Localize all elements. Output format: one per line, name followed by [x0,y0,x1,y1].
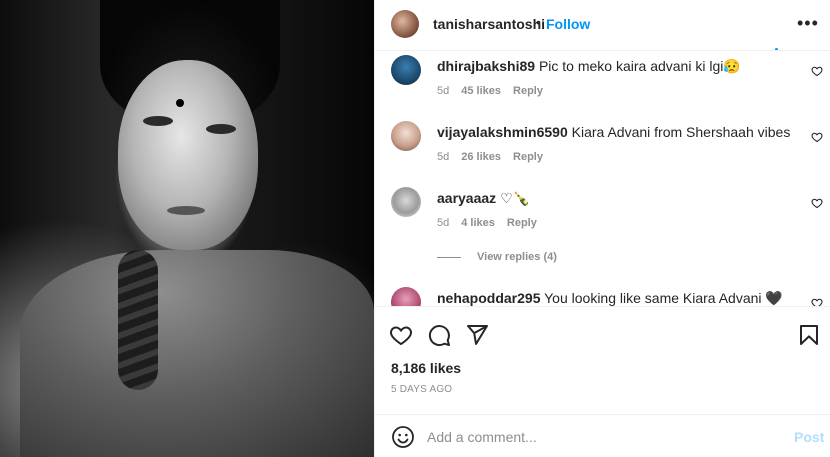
comment-meta: 5d 4 likes Reply [437,217,537,229]
view-replies-label: View replies (4) [477,251,557,263]
comment-age: 5d [437,151,450,163]
comment-username[interactable]: dhirajbakshi89 [437,58,535,74]
comment-icon[interactable] [427,323,451,347]
commenter-avatar[interactable] [391,287,421,306]
commenter-avatar[interactable] [391,187,421,217]
post-likes-count[interactable]: 8,186 likes [391,360,461,376]
comment-text: ♡🍾 [500,190,531,206]
post-timestamp[interactable]: 5 DAYS AGO [391,384,452,395]
post-side-panel: tanisharsantoshi • Follow ••• dhirajbaks… [374,0,830,457]
post-photo[interactable] [0,0,374,457]
post-comment-button[interactable]: Post [794,429,824,445]
photo-braid [118,250,158,390]
heart-icon[interactable] [389,323,413,347]
comment-body: vijayalakshmin6590 Kiara Advani from She… [437,123,797,141]
comment-meta: 5d 45 likes Reply [437,85,543,97]
comment-likes[interactable]: 4 likes [461,217,495,229]
comment-username[interactable]: aaryaaaz [437,190,496,206]
photo-lips [167,206,205,215]
photo-scarf [20,250,374,457]
reply-button[interactable]: Reply [513,85,543,97]
post-actions-bar [375,306,830,356]
comment-body: dhirajbakshi89 Pic to meko kaira advani … [437,57,797,75]
heart-icon[interactable] [811,197,823,209]
comment-item: dhirajbakshi89 Pic to meko kaira advani … [391,51,830,117]
comment-meta: 5d 26 likes Reply [437,151,543,163]
heart-icon[interactable] [811,65,823,77]
comment-input[interactable] [427,425,767,449]
comment-item: vijayalakshmin6590 Kiara Advani from She… [391,117,830,183]
comment-age: 5d [437,217,450,229]
comment-item: aaryaaaz ♡🍾 5d 4 likes Reply [391,183,830,249]
heart-icon[interactable] [811,297,823,306]
bookmark-icon[interactable] [797,323,821,347]
follow-button[interactable]: Follow [546,16,590,32]
paper-plane-icon[interactable] [465,323,489,347]
comment-username[interactable]: nehapoddar295 [437,290,540,306]
photo-bindi [176,99,184,107]
comments-list[interactable]: dhirajbakshi89 Pic to meko kaira advani … [375,50,830,306]
reply-button[interactable]: Reply [513,151,543,163]
comment-likes[interactable]: 45 likes [461,85,501,97]
more-dots-icon[interactable]: ••• [797,14,819,32]
comment-body: nehapoddar295 You looking like same Kiar… [437,289,797,306]
author-username[interactable]: tanisharsantoshi [433,16,545,32]
photo-eye-left [143,116,173,126]
post-header: tanisharsantoshi • Follow ••• [375,0,830,50]
comment-username[interactable]: vijayalakshmin6590 [437,124,568,140]
photo-face [118,60,258,250]
comment-composer: Post [375,414,830,457]
author-avatar[interactable] [391,10,419,38]
comment-likes[interactable]: 26 likes [461,151,501,163]
heart-icon[interactable] [811,131,823,143]
photo-eye-right [206,124,236,134]
reply-button[interactable]: Reply [507,217,537,229]
comment-text: Kiara Advani from Shershaah vibes [571,124,791,140]
comment-age: 5d [437,85,450,97]
commenter-avatar[interactable] [391,121,421,151]
header-separator: • [536,14,541,30]
view-replies-button[interactable]: View replies (4) [437,251,557,263]
smiley-icon[interactable] [391,425,415,449]
commenter-avatar[interactable] [391,55,421,85]
comment-text: Pic to meko kaira advani ki lgi😥 [538,58,741,74]
view-replies-line [437,256,461,258]
comment-body: aaryaaaz ♡🍾 [437,189,797,207]
comment-item: nehapoddar295 You looking like same Kiar… [391,283,830,306]
